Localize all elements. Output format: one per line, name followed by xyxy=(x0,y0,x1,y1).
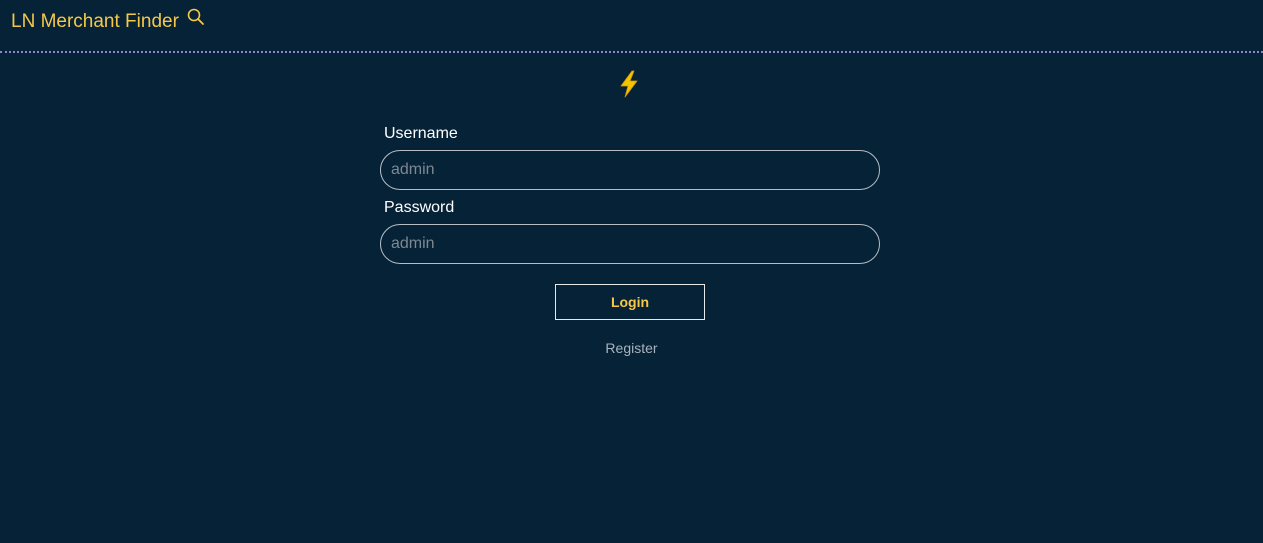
password-label: Password xyxy=(384,199,455,216)
username-label: Username xyxy=(384,125,458,142)
login-button[interactable]: Login xyxy=(555,284,705,320)
register-link[interactable]: Register xyxy=(605,340,657,356)
password-input[interactable] xyxy=(380,224,880,264)
search-icon xyxy=(186,7,206,27)
lightning-bolt-icon xyxy=(617,70,641,98)
register-row: Register xyxy=(0,340,1263,356)
username-input[interactable] xyxy=(380,150,880,190)
brand-title: LN Merchant Finder xyxy=(11,11,179,32)
top-bar: LN Merchant Finder xyxy=(0,0,1263,53)
brand-link[interactable]: LN Merchant Finder xyxy=(11,8,206,33)
